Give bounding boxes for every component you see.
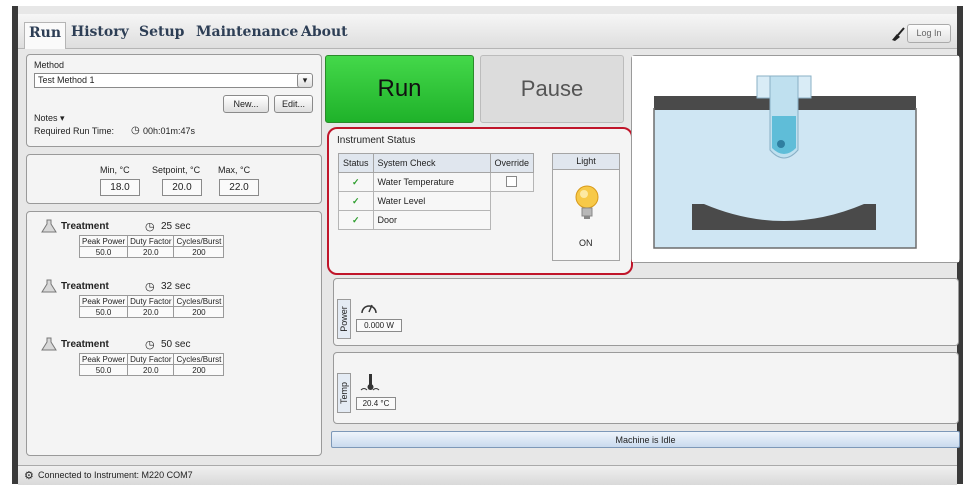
duty-factor-value: 20.0	[127, 306, 175, 318]
status-column-header: Status	[338, 153, 374, 173]
clock-icon: ◷	[145, 281, 155, 293]
tab-about[interactable]: About	[301, 24, 348, 40]
column-header: Duty Factor	[127, 235, 175, 247]
method-label: Method	[34, 60, 65, 70]
clock-icon: ◷	[145, 339, 155, 351]
override-column-header: Override	[489, 153, 535, 173]
temp-label: Temp	[337, 373, 351, 413]
column-header: Cycles/Burst	[173, 353, 225, 365]
column-header: Duty Factor	[127, 353, 175, 365]
power-panel: Power 0.000 W	[333, 278, 959, 346]
app-window: Run History Setup Maintenance About Log …	[12, 6, 963, 485]
override-checkbox[interactable]	[489, 172, 535, 192]
check-name: Water Level	[372, 191, 491, 211]
treatment-params-table: Peak Power Duty Factor Cycles/Burst 50.0 20…	[78, 235, 225, 258]
treatment-item[interactable]: Treatment ◷ 32 sec Peak Power Duty Factor…	[37, 279, 329, 337]
setpoint-label: Setpoint, °C	[152, 165, 201, 175]
min-label: Min, °C	[100, 165, 130, 175]
temp-value: 20.4 °C	[356, 397, 396, 410]
tab-history[interactable]: History	[71, 24, 129, 40]
flask-icon	[41, 219, 57, 233]
login-button[interactable]: Log In	[907, 24, 951, 43]
light-state: ON	[579, 238, 593, 248]
status-bar: ⚙ Connected to Instrument: M220 COM7	[18, 465, 957, 485]
clock-icon: ◷	[131, 125, 140, 136]
light-bulb-icon	[575, 185, 599, 219]
clock-icon: ◷	[145, 221, 155, 233]
cycles-value: 200	[173, 246, 225, 258]
menu-bar: Run History Setup Maintenance About Log …	[18, 14, 957, 49]
check-mark-icon: ✓	[338, 172, 374, 192]
treatment-duration: 50 sec	[161, 339, 191, 350]
treatment-duration: 32 sec	[161, 281, 191, 292]
max-temp-field[interactable]: 22.0	[219, 179, 259, 196]
light-panel[interactable]: Light ON	[552, 153, 620, 261]
instrument-status-title: Instrument Status	[337, 135, 416, 146]
treatment-name: Treatment	[61, 339, 109, 350]
treatment-name: Treatment	[61, 281, 109, 292]
gear-icon: ⚙	[24, 470, 34, 482]
treatment-item[interactable]: Treatment ◷ 25 sec Peak Power Duty Factor…	[37, 219, 329, 277]
treatment-item[interactable]: Treatment ◷ 50 sec Peak Power Duty Factor…	[37, 337, 329, 395]
min-temp-field[interactable]: 18.0	[100, 179, 140, 196]
check-name: Water Temperature	[372, 172, 491, 192]
tab-run[interactable]: Run	[24, 22, 66, 49]
light-header: Light	[553, 154, 619, 170]
column-header: Peak Power	[78, 295, 129, 307]
treatment-duration: 25 sec	[161, 221, 191, 232]
gauge-icon	[361, 304, 377, 314]
chevron-down-icon[interactable]: ▾	[297, 73, 313, 88]
peak-power-value: 50.0	[78, 364, 129, 376]
treatment-params-table: Peak Power Duty Factor Cycles/Burst 50.0 20…	[78, 353, 225, 376]
method-select[interactable]: Test Method 1	[34, 73, 306, 88]
treatment-name: Treatment	[61, 221, 109, 232]
instrument-illustration	[631, 55, 960, 263]
tab-maintenance[interactable]: Maintenance	[196, 24, 298, 40]
check-mark-icon: ✓	[338, 191, 374, 211]
max-label: Max, °C	[218, 165, 251, 175]
column-header: Peak Power	[78, 235, 129, 247]
instrument-diagram	[632, 56, 959, 262]
machine-status-bar: Machine is Idle	[331, 431, 960, 448]
treatments-panel: Treatment ◷ 25 sec Peak Power Duty Factor…	[26, 211, 322, 456]
power-label: Power	[337, 299, 351, 339]
temp-panel: Temp 20.4 °C	[333, 352, 959, 424]
cycles-value: 200	[173, 306, 225, 318]
edit-method-button[interactable]: Edit...	[274, 95, 313, 113]
thermometer-icon	[360, 374, 380, 391]
method-panel: Method Test Method 1 ▾ New... Edit... No…	[26, 54, 322, 147]
flask-icon	[41, 279, 57, 293]
peak-power-value: 50.0	[78, 246, 129, 258]
duty-factor-value: 20.0	[127, 246, 175, 258]
column-header: Cycles/Burst	[173, 235, 225, 247]
power-value: 0.000 W	[356, 319, 402, 332]
tab-setup[interactable]: Setup	[139, 24, 184, 40]
column-header: Duty Factor	[127, 295, 175, 307]
meter-area: Power 0.000 W Temp 20.4 °C	[329, 278, 960, 426]
instrument-status-panel: Instrument Status Status System Check Ov…	[327, 127, 633, 275]
notes-toggle[interactable]: Notes ▾	[34, 113, 65, 124]
new-method-button[interactable]: New...	[223, 95, 269, 113]
check-name: Door	[372, 210, 491, 230]
check-column-header: System Check	[372, 153, 491, 173]
duty-factor-value: 20.0	[127, 364, 175, 376]
pause-button[interactable]: Pause	[480, 55, 624, 123]
column-header: Peak Power	[78, 353, 129, 365]
cycles-value: 200	[173, 364, 225, 376]
run-time-value: 00h:01m:47s	[143, 126, 196, 136]
flask-icon	[41, 337, 57, 351]
column-header: Cycles/Burst	[173, 295, 225, 307]
run-time-label: Required Run Time:	[34, 126, 115, 136]
temperature-panel: Min, °C Setpoint, °C Max, °C 18.0 20.0 2…	[26, 154, 322, 204]
setpoint-field[interactable]: 20.0	[162, 179, 202, 196]
run-button[interactable]: Run	[325, 55, 474, 123]
peak-power-value: 50.0	[78, 306, 129, 318]
check-mark-icon: ✓	[338, 210, 374, 230]
broom-icon[interactable]	[890, 26, 906, 42]
treatment-params-table: Peak Power Duty Factor Cycles/Burst 50.0 20…	[78, 295, 225, 318]
system-check-table: Status System Check Override ✓ Water Tem…	[338, 153, 535, 230]
connection-status: Connected to Instrument: M220 COM7	[38, 470, 193, 480]
